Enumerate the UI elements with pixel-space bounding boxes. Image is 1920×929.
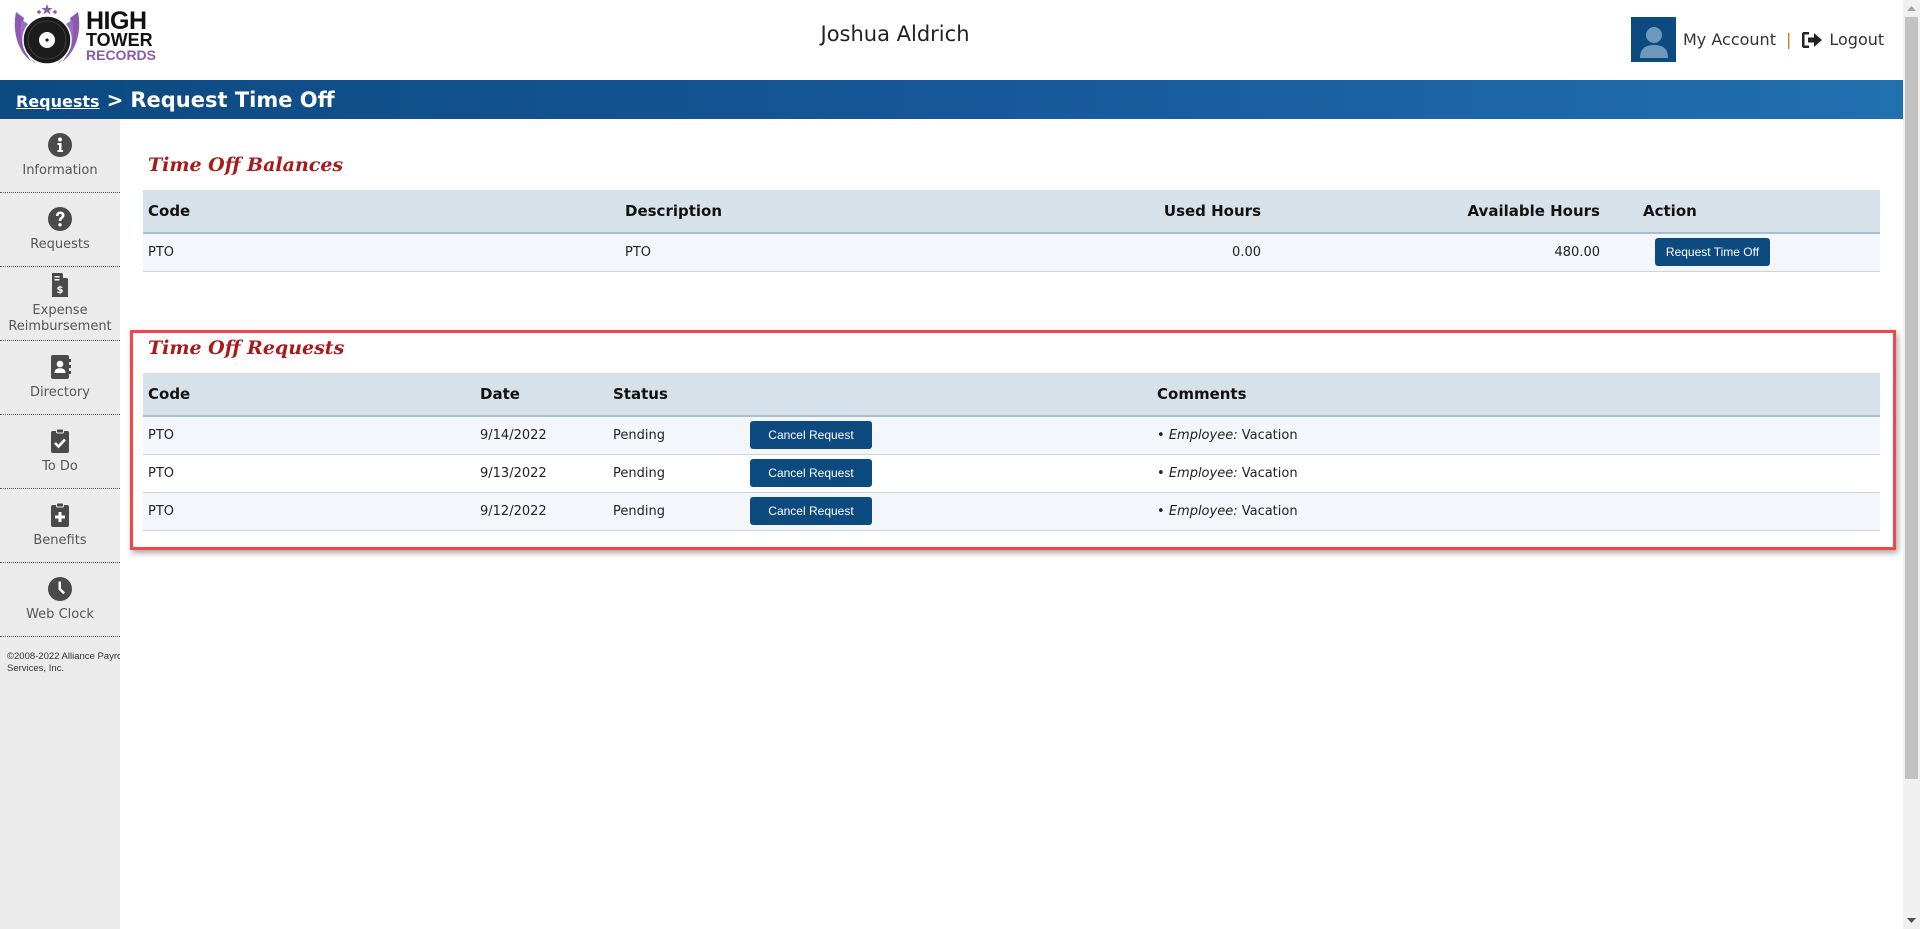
cell-available-hours: 480.00 bbox=[1266, 233, 1605, 272]
sidebar-item-benefits[interactable]: Benefits bbox=[0, 489, 120, 563]
column-header-comments: Comments bbox=[1152, 373, 1880, 417]
sidebar-item-expense-reimbursement[interactable]: $ Expense Reimbursement bbox=[0, 267, 120, 341]
cell-code: PTO bbox=[143, 416, 475, 455]
sidebar-item-information[interactable]: Information bbox=[0, 119, 120, 193]
sidebar-item-label: Information bbox=[22, 163, 98, 178]
comment-text: Vacation bbox=[1241, 427, 1298, 443]
requests-title: Time Off Requests bbox=[148, 337, 345, 359]
column-header-code[interactable]: Code bbox=[143, 190, 620, 234]
cell-used-hours: 0.00 bbox=[920, 233, 1266, 272]
sidebar-item-directory[interactable]: Directory bbox=[0, 341, 120, 415]
table-row: PTO 9/14/2022 Pending Cancel Request • E… bbox=[143, 416, 1880, 455]
logo-line-3: RECORDS bbox=[86, 47, 157, 63]
column-header-used-hours[interactable]: Used Hours bbox=[920, 190, 1266, 234]
comment-text: Vacation bbox=[1241, 503, 1298, 519]
cell-date: 9/14/2022 bbox=[475, 416, 608, 455]
clipboard-check-icon bbox=[51, 428, 69, 453]
sidebar-item-requests[interactable]: Requests bbox=[0, 193, 120, 267]
comment-author: Employee: bbox=[1168, 465, 1238, 481]
sidebar: Information Requests $ Expense Reimburse… bbox=[0, 119, 120, 929]
comment-author: Employee: bbox=[1168, 427, 1238, 443]
cell-action: Cancel Request bbox=[745, 492, 1152, 531]
avatar[interactable] bbox=[1631, 17, 1676, 62]
cell-code: PTO bbox=[143, 492, 475, 531]
column-header-action: Action bbox=[1605, 190, 1880, 234]
scroll-down-arrow-icon[interactable] bbox=[1903, 912, 1920, 929]
sidebar-item-label: Expense Reimbursement bbox=[8, 303, 112, 334]
table-row: PTO PTO 0.00 480.00 Request Time Off bbox=[143, 233, 1880, 272]
scroll-up-arrow-icon[interactable] bbox=[1903, 0, 1920, 17]
cell-action: Request Time Off bbox=[1605, 233, 1880, 272]
column-header-available-hours[interactable]: Available Hours bbox=[1266, 190, 1605, 234]
sidebar-item-label: Benefits bbox=[33, 533, 87, 548]
cell-comments: • Employee: Vacation bbox=[1152, 416, 1880, 455]
column-header-description[interactable]: Description bbox=[620, 190, 920, 234]
sidebar-item-label: Requests bbox=[30, 237, 90, 252]
breadcrumb-requests-link[interactable]: Requests bbox=[16, 92, 100, 111]
cell-action: Cancel Request bbox=[745, 416, 1152, 455]
sidebar-item-label: Directory bbox=[30, 385, 90, 400]
column-header-code[interactable]: Code bbox=[143, 373, 475, 417]
sidebar-item-label: To Do bbox=[42, 459, 78, 474]
cancel-request-button[interactable]: Cancel Request bbox=[750, 497, 872, 525]
user-name: Joshua Aldrich bbox=[820, 22, 970, 46]
account-area: My Account | Logout bbox=[1631, 17, 1884, 62]
breadcrumb: Requests > Request Time Off bbox=[0, 80, 1903, 119]
table-header-row: Code Description Used Hours Available Ho… bbox=[143, 190, 1880, 234]
column-header-status[interactable]: Status bbox=[608, 373, 745, 417]
cell-comments: • Employee: Vacation bbox=[1152, 492, 1880, 531]
column-header-action bbox=[745, 373, 1152, 417]
cell-code: PTO bbox=[143, 233, 620, 272]
scrollbar-thumb[interactable] bbox=[1905, 17, 1918, 779]
copyright: ©2008-2022 Alliance Payroll Services, In… bbox=[0, 637, 120, 675]
clock-icon bbox=[48, 577, 72, 601]
clipboard-plus-icon bbox=[51, 502, 69, 527]
breadcrumb-separator: > bbox=[106, 87, 124, 112]
cell-status: Pending bbox=[608, 416, 745, 455]
cell-description: PTO bbox=[620, 233, 920, 272]
cell-code: PTO bbox=[143, 454, 475, 493]
question-circle-icon bbox=[48, 207, 72, 231]
cancel-request-button[interactable]: Cancel Request bbox=[750, 421, 872, 450]
sidebar-item-label: Web Clock bbox=[26, 607, 94, 622]
cell-status: Pending bbox=[608, 492, 745, 531]
column-header-date[interactable]: Date bbox=[475, 373, 608, 417]
user-icon bbox=[1639, 27, 1668, 58]
copyright-line-2: Services, Inc. bbox=[7, 663, 65, 674]
info-circle-icon bbox=[48, 133, 72, 157]
cancel-request-button[interactable]: Cancel Request bbox=[750, 459, 872, 487]
vertical-scrollbar[interactable] bbox=[1903, 0, 1920, 929]
invoice-dollar-icon: $ bbox=[52, 273, 68, 297]
my-account-link[interactable]: My Account bbox=[1683, 30, 1776, 49]
svg-text:$: $ bbox=[57, 285, 64, 296]
cell-action: Cancel Request bbox=[745, 454, 1152, 493]
sidebar-item-to-do[interactable]: To Do bbox=[0, 415, 120, 489]
cell-date: 9/12/2022 bbox=[475, 492, 608, 531]
page-title: Request Time Off bbox=[130, 87, 335, 112]
cell-date: 9/13/2022 bbox=[475, 454, 608, 493]
logout-label: Logout bbox=[1829, 30, 1885, 49]
table-row: PTO 9/12/2022 Pending Cancel Request • E… bbox=[143, 492, 1880, 531]
requests-table: Code Date Status Comments PTO 9/14/2022 … bbox=[143, 373, 1880, 531]
copyright-line-1: ©2008-2022 Alliance Payroll bbox=[7, 651, 120, 662]
cell-comments: • Employee: Vacation bbox=[1152, 454, 1880, 493]
request-time-off-button[interactable]: Request Time Off bbox=[1655, 238, 1770, 267]
balances-title: Time Off Balances bbox=[148, 154, 344, 176]
app-header: HIGH TOWER RECORDS Joshua Aldrich My Acc… bbox=[0, 0, 1903, 80]
table-header-row: Code Date Status Comments bbox=[143, 373, 1880, 417]
logout-link[interactable]: Logout bbox=[1801, 30, 1884, 49]
balances-table: Code Description Used Hours Available Ho… bbox=[143, 190, 1880, 272]
table-row: PTO 9/13/2022 Pending Cancel Request • E… bbox=[143, 454, 1880, 493]
comment-author: Employee: bbox=[1168, 503, 1238, 519]
sign-out-icon bbox=[1802, 31, 1823, 48]
cell-status: Pending bbox=[608, 454, 745, 493]
address-book-icon bbox=[51, 355, 71, 379]
sidebar-item-web-clock[interactable]: Web Clock bbox=[0, 563, 120, 637]
comment-text: Vacation bbox=[1241, 465, 1298, 481]
header-separator: | bbox=[1785, 30, 1792, 49]
